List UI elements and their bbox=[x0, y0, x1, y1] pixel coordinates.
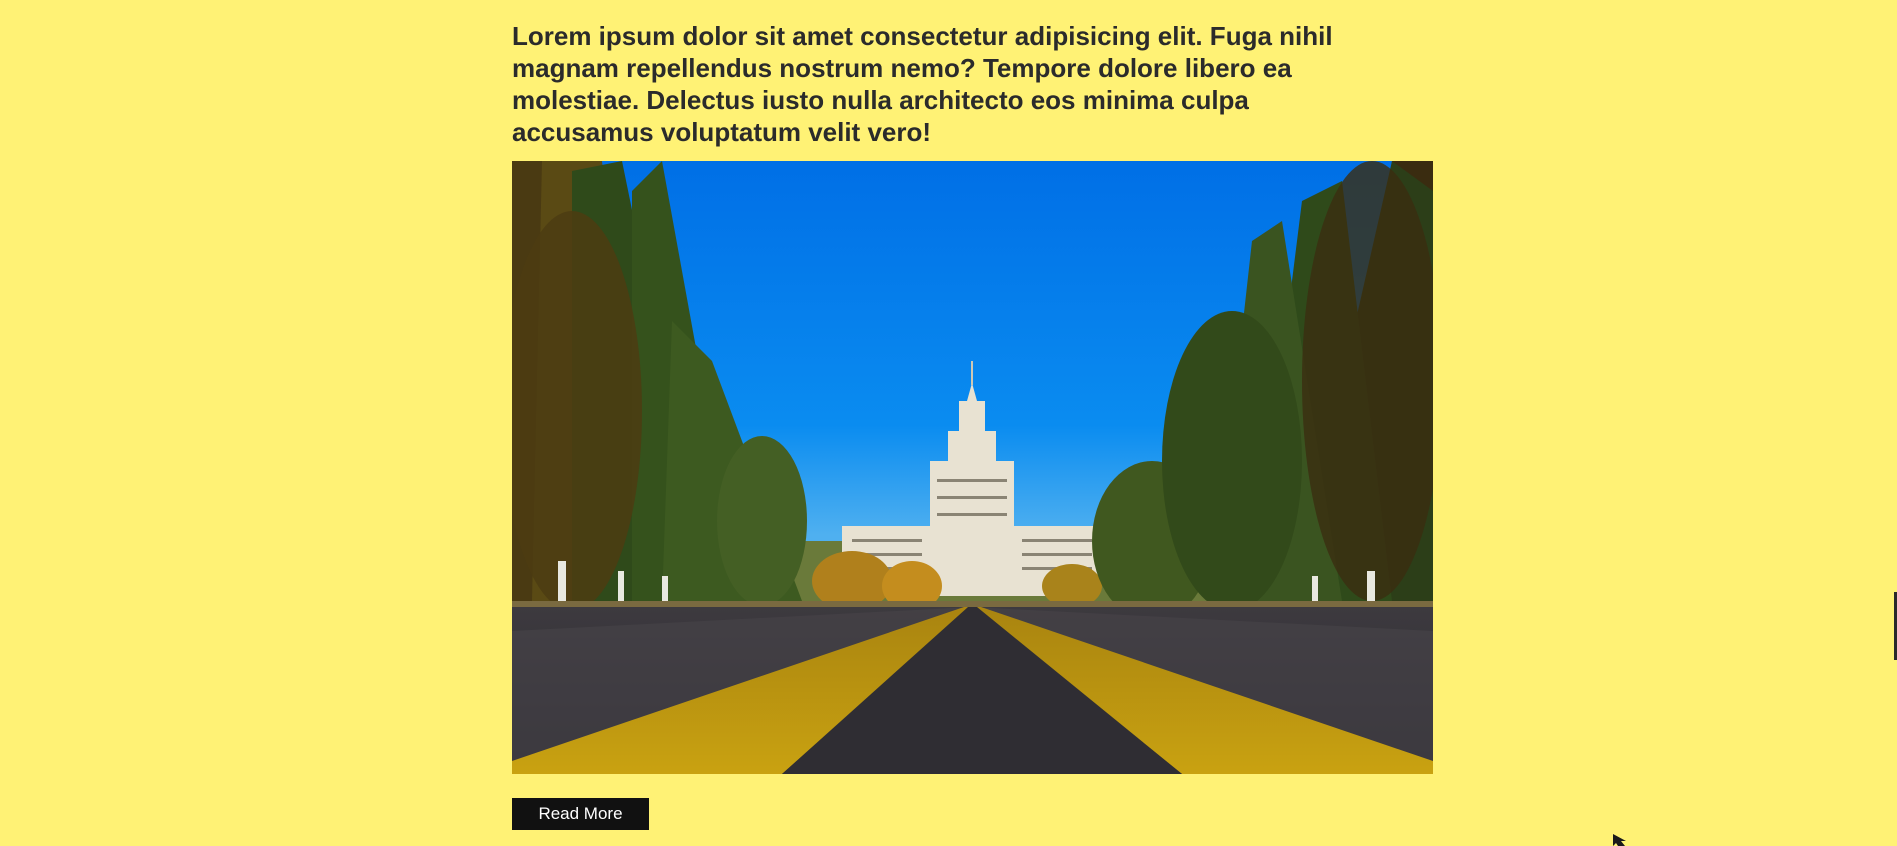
article-headline: Lorem ipsum dolor sit amet consectetur a… bbox=[512, 21, 1333, 147]
hero-image bbox=[512, 161, 1433, 774]
campus-road-photo bbox=[512, 161, 1433, 774]
read-more-button[interactable]: Read More bbox=[512, 798, 649, 830]
article: Lorem ipsum dolor sit amet consectetur a… bbox=[512, 20, 1432, 148]
page: Lorem ipsum dolor sit amet consectetur a… bbox=[0, 0, 1897, 846]
mouse-pointer-icon bbox=[1613, 834, 1626, 846]
